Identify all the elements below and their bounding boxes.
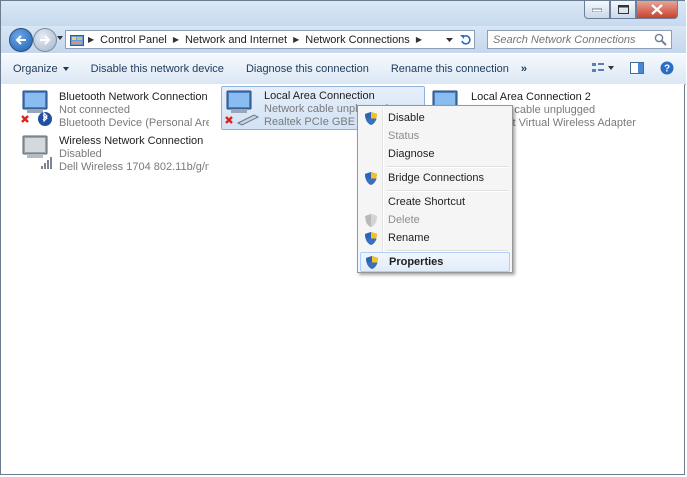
window-controls <box>584 1 678 19</box>
menu-item-label: Properties <box>389 256 444 268</box>
connection-name: Local Area Connection 2 <box>471 91 591 103</box>
connection-name: Local Area Connection <box>264 90 375 102</box>
breadcrumb-separator[interactable]: ▶ <box>173 35 179 44</box>
command-bar: Organize Disable this network device Dia… <box>1 53 686 85</box>
diagnose-connection-button[interactable]: Diagnose this connection <box>232 58 377 80</box>
connection-name: Wireless Network Connection <box>59 135 204 147</box>
svg-text:?: ? <box>664 64 670 75</box>
menu-item-label: Rename <box>388 232 430 244</box>
organize-label: Organize <box>13 63 58 75</box>
help-icon: ? <box>660 61 674 75</box>
uac-shield-icon <box>360 168 382 188</box>
menu-item-properties[interactable]: Properties <box>360 252 510 272</box>
menu-item-status: Status <box>360 126 510 146</box>
more-commands-button[interactable]: » <box>517 58 535 80</box>
menu-item-bridge-connections[interactable]: Bridge Connections <box>360 168 510 188</box>
minimize-button[interactable] <box>584 1 610 19</box>
window-frame: ▶ Control Panel ▶ Network and Internet ▶… <box>0 0 686 475</box>
menu-item-delete: Delete <box>360 210 510 230</box>
menu-item-label: Diagnose <box>388 148 435 160</box>
control-panel-icon <box>66 33 86 46</box>
refresh-button[interactable] <box>457 31 474 48</box>
maximize-icon <box>617 5 629 14</box>
menu-item-label: Create Shortcut <box>388 196 466 208</box>
navigation-bar: ▶ Control Panel ▶ Network and Internet ▶… <box>1 26 686 53</box>
preview-pane-button[interactable] <box>622 57 652 79</box>
breadcrumb-separator[interactable]: ▶ <box>293 35 299 44</box>
help-button[interactable]: ? <box>652 57 686 79</box>
connection-device: Bluetooth Device (Personal Area ... <box>59 117 209 129</box>
menu-item-create-shortcut[interactable]: Create Shortcut <box>360 192 510 212</box>
breadcrumb-control-panel[interactable]: Control Panel <box>96 34 171 46</box>
close-icon <box>651 4 663 15</box>
address-end <box>440 31 474 48</box>
uac-shield-icon <box>360 210 382 230</box>
menu-item-diagnose[interactable]: Diagnose <box>360 144 510 164</box>
menu-item-label: Disable <box>388 112 425 124</box>
bluetooth-network-icon <box>17 87 55 129</box>
uac-shield-icon <box>360 228 382 248</box>
ethernet-network-icon <box>222 87 260 129</box>
change-view-button[interactable] <box>584 57 622 79</box>
address-history-dropdown[interactable] <box>440 31 457 48</box>
menu-item-disable[interactable]: Disable <box>360 108 510 128</box>
back-arrow-icon <box>15 35 26 45</box>
back-button[interactable] <box>9 28 33 52</box>
menu-item-label: Delete <box>388 214 420 226</box>
maximize-button[interactable] <box>610 1 636 19</box>
search-icon[interactable] <box>654 33 667 49</box>
connections-list: Bluetooth Network Connection Not connect… <box>1 84 684 474</box>
connection-item-wireless[interactable]: Wireless Network Connection Disabled Del… <box>17 132 217 174</box>
search-input[interactable] <box>493 33 643 46</box>
wireless-network-icon <box>17 132 55 174</box>
breadcrumb-network-connections[interactable]: Network Connections <box>301 34 414 46</box>
address-bar[interactable]: ▶ Control Panel ▶ Network and Internet ▶… <box>65 30 475 49</box>
view-options-icon <box>592 63 614 72</box>
connection-name: Bluetooth Network Connection <box>59 91 208 103</box>
connection-item-bluetooth[interactable]: Bluetooth Network Connection Not connect… <box>17 87 217 129</box>
title-bar <box>1 1 686 26</box>
organize-menu-button[interactable]: Organize <box>1 58 77 80</box>
search-box[interactable] <box>487 30 672 49</box>
chevron-down-icon <box>445 37 453 42</box>
context-menu: Disable Status Diagnose Bridge Connectio… <box>357 105 513 273</box>
menu-item-label: Status <box>388 130 420 142</box>
minimize-icon <box>592 8 602 12</box>
connection-status: Not connected <box>59 104 130 116</box>
view-controls: ? <box>584 54 686 82</box>
breadcrumb-network-and-internet[interactable]: Network and Internet <box>181 34 291 46</box>
uac-shield-icon <box>360 108 382 128</box>
menu-item-label: Bridge Connections <box>388 172 485 184</box>
uac-shield-icon <box>361 252 383 272</box>
chevron-down-icon <box>62 67 69 71</box>
rename-connection-button[interactable]: Rename this connection <box>377 58 517 80</box>
connection-device: Dell Wireless 1704 802.11b/g/n (2.... <box>59 161 209 173</box>
refresh-icon <box>459 34 471 45</box>
preview-pane-icon <box>630 62 644 74</box>
forward-button[interactable] <box>33 28 57 52</box>
disable-device-button[interactable]: Disable this network device <box>77 58 232 80</box>
breadcrumb-separator[interactable]: ▶ <box>88 35 94 44</box>
menu-item-rename[interactable]: Rename <box>360 228 510 248</box>
forward-arrow-icon <box>40 35 51 45</box>
breadcrumb-separator[interactable]: ▶ <box>416 35 422 44</box>
close-button[interactable] <box>636 1 678 19</box>
connection-status: Disabled <box>59 148 102 160</box>
recent-pages-dropdown[interactable] <box>57 36 63 40</box>
